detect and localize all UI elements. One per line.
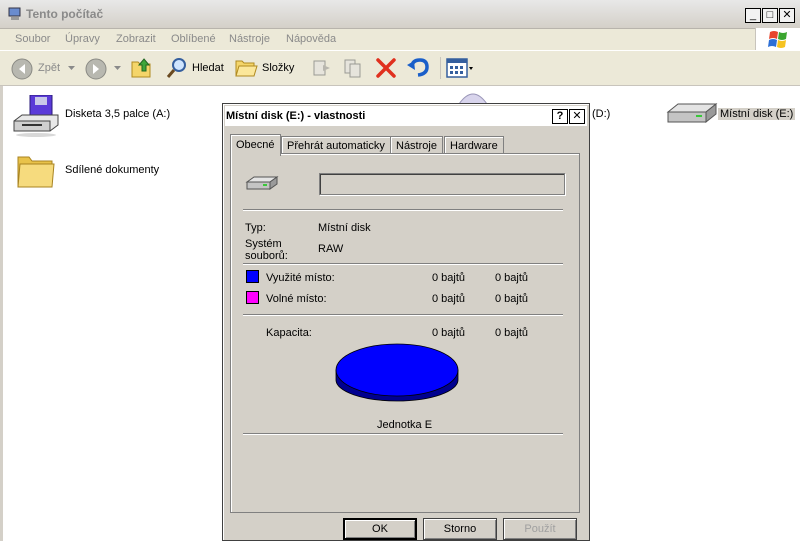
menu-nastroje[interactable]: Nástroje bbox=[229, 33, 270, 45]
used-space-label: Využité místo: bbox=[266, 272, 335, 284]
folders-icon[interactable] bbox=[234, 57, 258, 79]
pie-top bbox=[335, 343, 459, 397]
chevron-down-icon[interactable] bbox=[68, 66, 75, 71]
cancel-button[interactable]: Storno bbox=[423, 518, 497, 540]
separator bbox=[243, 314, 563, 316]
shared-folder-icon[interactable] bbox=[16, 151, 56, 191]
move-to-icon[interactable] bbox=[311, 57, 333, 79]
windows-logo bbox=[755, 28, 800, 51]
minimize-button[interactable]: _ bbox=[745, 8, 761, 23]
floppy-drive-icon[interactable] bbox=[12, 95, 60, 137]
shared-docs-label[interactable]: Sdílené dokumenty bbox=[65, 164, 159, 176]
windows-flag-icon bbox=[768, 31, 787, 48]
filesystem-label-line2: souborů: bbox=[245, 250, 288, 262]
cd-drive-label[interactable]: (D:) bbox=[592, 108, 610, 120]
menu-soubor[interactable]: Soubor bbox=[15, 33, 50, 45]
my-computer-icon bbox=[8, 7, 21, 20]
toolbar: Zpět Hledat Složky bbox=[0, 50, 800, 86]
free-space-bytes: 0 bajtů bbox=[432, 293, 466, 305]
back-label[interactable]: Zpět bbox=[38, 62, 60, 74]
free-space-label: Volné místo: bbox=[266, 293, 327, 305]
folders-label[interactable]: Složky bbox=[262, 62, 294, 74]
type-label: Typ: bbox=[245, 222, 266, 234]
floppy-drive-label[interactable]: Disketa 3,5 palce (A:) bbox=[65, 108, 170, 120]
hard-disk-icon[interactable] bbox=[666, 100, 718, 128]
back-arrow-icon[interactable] bbox=[10, 57, 34, 81]
used-space-size: 0 bajtů bbox=[495, 272, 529, 284]
drive-letter-label: Jednotka E bbox=[377, 419, 433, 431]
filesystem-label-line1: Systém bbox=[245, 238, 282, 250]
disk-usage-pie bbox=[335, 343, 459, 402]
forward-arrow-icon[interactable] bbox=[84, 57, 108, 81]
dialog-titlebar[interactable]: Místní disk (E:) - vlastnosti ? ✕ bbox=[225, 106, 587, 126]
tab-general[interactable]: Obecné bbox=[230, 134, 281, 156]
left-border bbox=[0, 86, 3, 541]
general-tab-panel: Typ: Místní disk Systém souborů: RAW Vyu… bbox=[230, 153, 580, 513]
capacity-bytes: 0 bajtů bbox=[432, 327, 466, 339]
tab-hardware[interactable]: Hardware bbox=[444, 136, 504, 154]
menu-upravy[interactable]: Úpravy bbox=[65, 33, 100, 45]
views-button[interactable] bbox=[440, 57, 476, 79]
menu-bar: Soubor Úpravy Zobrazit Oblíbené Nástroje… bbox=[0, 29, 800, 50]
delete-icon[interactable] bbox=[375, 57, 397, 79]
hard-disk-icon bbox=[245, 176, 279, 190]
used-space-bytes: 0 bajtů bbox=[432, 272, 466, 284]
capacity-label: Kapacita: bbox=[266, 327, 312, 339]
type-value: Místní disk bbox=[318, 222, 371, 234]
separator bbox=[243, 263, 563, 265]
volume-name-input[interactable] bbox=[319, 173, 565, 195]
tab-autoplay[interactable]: Přehrát automaticky bbox=[281, 136, 391, 154]
folder-up-icon[interactable] bbox=[130, 56, 154, 80]
undo-icon[interactable] bbox=[406, 57, 430, 79]
maximize-button[interactable]: □ bbox=[762, 8, 778, 23]
ok-button[interactable]: OK bbox=[343, 518, 417, 540]
dialog-title: Místní disk (E:) - vlastnosti bbox=[226, 110, 366, 122]
menu-oblibene[interactable]: Oblíbené bbox=[171, 33, 216, 45]
views-icon bbox=[446, 58, 473, 78]
help-button[interactable]: ? bbox=[552, 109, 568, 124]
free-space-swatch bbox=[246, 291, 259, 304]
separator bbox=[243, 209, 563, 211]
window-title: Tento počítač bbox=[26, 7, 104, 21]
free-space-size: 0 bajtů bbox=[495, 293, 529, 305]
local-disk-label[interactable]: Místní disk (E:) bbox=[718, 108, 796, 120]
filesystem-value: RAW bbox=[318, 243, 344, 255]
menu-napoveda[interactable]: Nápověda bbox=[286, 33, 336, 45]
window-titlebar[interactable]: Tento počítač _ □ ✕ bbox=[0, 0, 800, 29]
tab-tools[interactable]: Nástroje bbox=[390, 136, 443, 154]
close-button[interactable]: ✕ bbox=[779, 8, 795, 23]
copy-to-icon[interactable] bbox=[342, 57, 364, 79]
properties-dialog: Místní disk (E:) - vlastnosti ? ✕ Obecné… bbox=[222, 103, 590, 541]
menu-zobrazit[interactable]: Zobrazit bbox=[116, 33, 156, 45]
capacity-size: 0 bajtů bbox=[495, 327, 529, 339]
search-icon[interactable] bbox=[165, 56, 189, 80]
apply-button[interactable]: Použít bbox=[503, 518, 577, 540]
separator bbox=[243, 433, 563, 435]
search-label[interactable]: Hledat bbox=[192, 62, 224, 74]
dialog-close-button[interactable]: ✕ bbox=[569, 109, 585, 124]
used-space-swatch bbox=[246, 270, 259, 283]
chevron-down-icon[interactable] bbox=[114, 66, 121, 71]
